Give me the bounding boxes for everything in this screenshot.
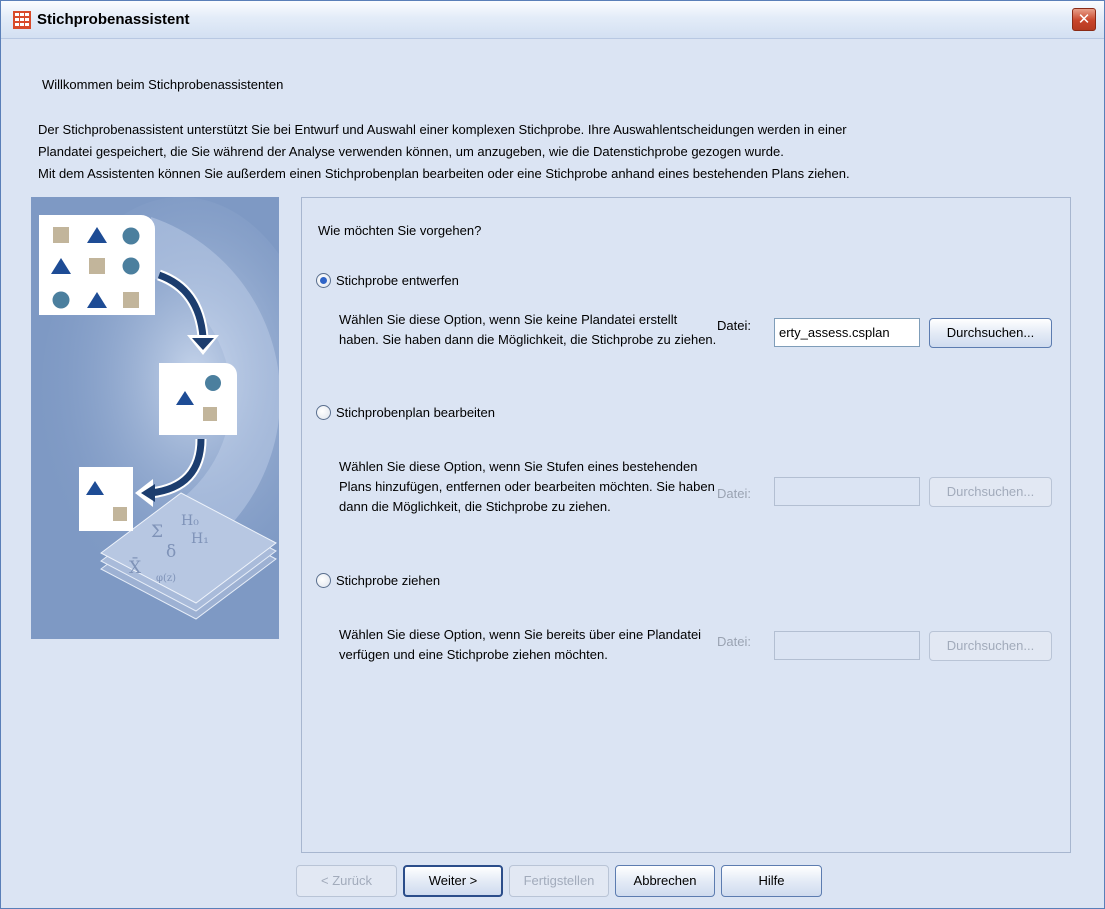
dialog-window: Stichprobenassistent ✕ Willkommen beim S… (0, 0, 1105, 909)
file-input-design[interactable]: erty_assess.csplan (774, 318, 920, 347)
option-description: Wählen Sie diese Option, wenn Sie keine … (339, 312, 717, 347)
browse-button-edit[interactable]: Durchsuchen... (929, 477, 1052, 507)
radio-unselected-icon[interactable] (316, 573, 331, 588)
options-question: Wie möchten Sie vorgehen? (318, 223, 482, 238)
radio-selected-icon[interactable] (316, 273, 331, 288)
finish-button[interactable]: Fertigstellen (509, 865, 609, 897)
intro-line: Mit dem Assistenten können Sie außerdem … (38, 166, 850, 181)
window-title: Stichprobenassistent (37, 11, 190, 28)
file-label: Datei: (717, 318, 751, 333)
intro-line: Der Stichprobenassistent unterstützt Sie… (38, 122, 847, 137)
subsample-card-icon (79, 467, 133, 531)
option-description: Wählen Sie diese Option, wenn Sie bereit… (339, 627, 702, 662)
app-grid-icon (13, 11, 31, 29)
welcome-heading: Willkommen beim Stichprobenassistenten (42, 77, 284, 92)
file-input-edit[interactable] (774, 477, 920, 506)
title-bar[interactable]: Stichprobenassistent ✕ (1, 1, 1104, 39)
wizard-illustration: Σ H₀ δ H₁ X̄ φ(z) (31, 197, 279, 639)
formula-symbol: H₁ (191, 531, 209, 547)
formula-symbol: X̄ (129, 556, 142, 578)
radio-unselected-icon[interactable] (316, 405, 331, 420)
intro-line: Plandatei gespeichert, die Sie während d… (38, 144, 784, 159)
option-description: Wählen Sie diese Option, wenn Sie Stufen… (339, 459, 715, 514)
next-button[interactable]: Weiter > (403, 865, 503, 897)
radio-edit-plan[interactable]: Stichprobenplan bearbeiten (316, 405, 495, 420)
cancel-button[interactable]: Abbrechen (615, 865, 715, 897)
back-button[interactable]: < Zurück (296, 865, 397, 897)
wizard-illustration-graphic: Σ H₀ δ H₁ X̄ φ(z) (31, 197, 279, 639)
file-label: Datei: (717, 634, 751, 649)
help-button[interactable]: Hilfe (721, 865, 822, 897)
radio-label[interactable]: Stichprobenplan bearbeiten (336, 405, 495, 420)
close-icon: ✕ (1077, 11, 1091, 28)
radio-label[interactable]: Stichprobe entwerfen (336, 273, 459, 288)
file-input-draw[interactable] (774, 631, 920, 660)
browse-button-draw[interactable]: Durchsuchen... (929, 631, 1052, 661)
file-label: Datei: (717, 486, 751, 501)
population-card-icon (39, 215, 155, 315)
formula-symbol: δ (166, 542, 176, 562)
close-button[interactable]: ✕ (1072, 8, 1096, 31)
formula-symbol: H₀ (181, 513, 199, 529)
options-panel: Wie möchten Sie vorgehen? Stichprobe ent… (301, 197, 1071, 853)
sample-card-icon (159, 363, 237, 435)
browse-button-design[interactable]: Durchsuchen... (929, 318, 1052, 348)
formula-symbol: φ(z) (156, 573, 176, 584)
formula-symbol: Σ (151, 522, 163, 542)
intro-description: Der Stichprobenassistent unterstützt Sie… (38, 119, 1078, 185)
radio-draw-sample[interactable]: Stichprobe ziehen (316, 573, 440, 588)
radio-label[interactable]: Stichprobe ziehen (336, 573, 440, 588)
radio-design-sample[interactable]: Stichprobe entwerfen (316, 273, 459, 288)
